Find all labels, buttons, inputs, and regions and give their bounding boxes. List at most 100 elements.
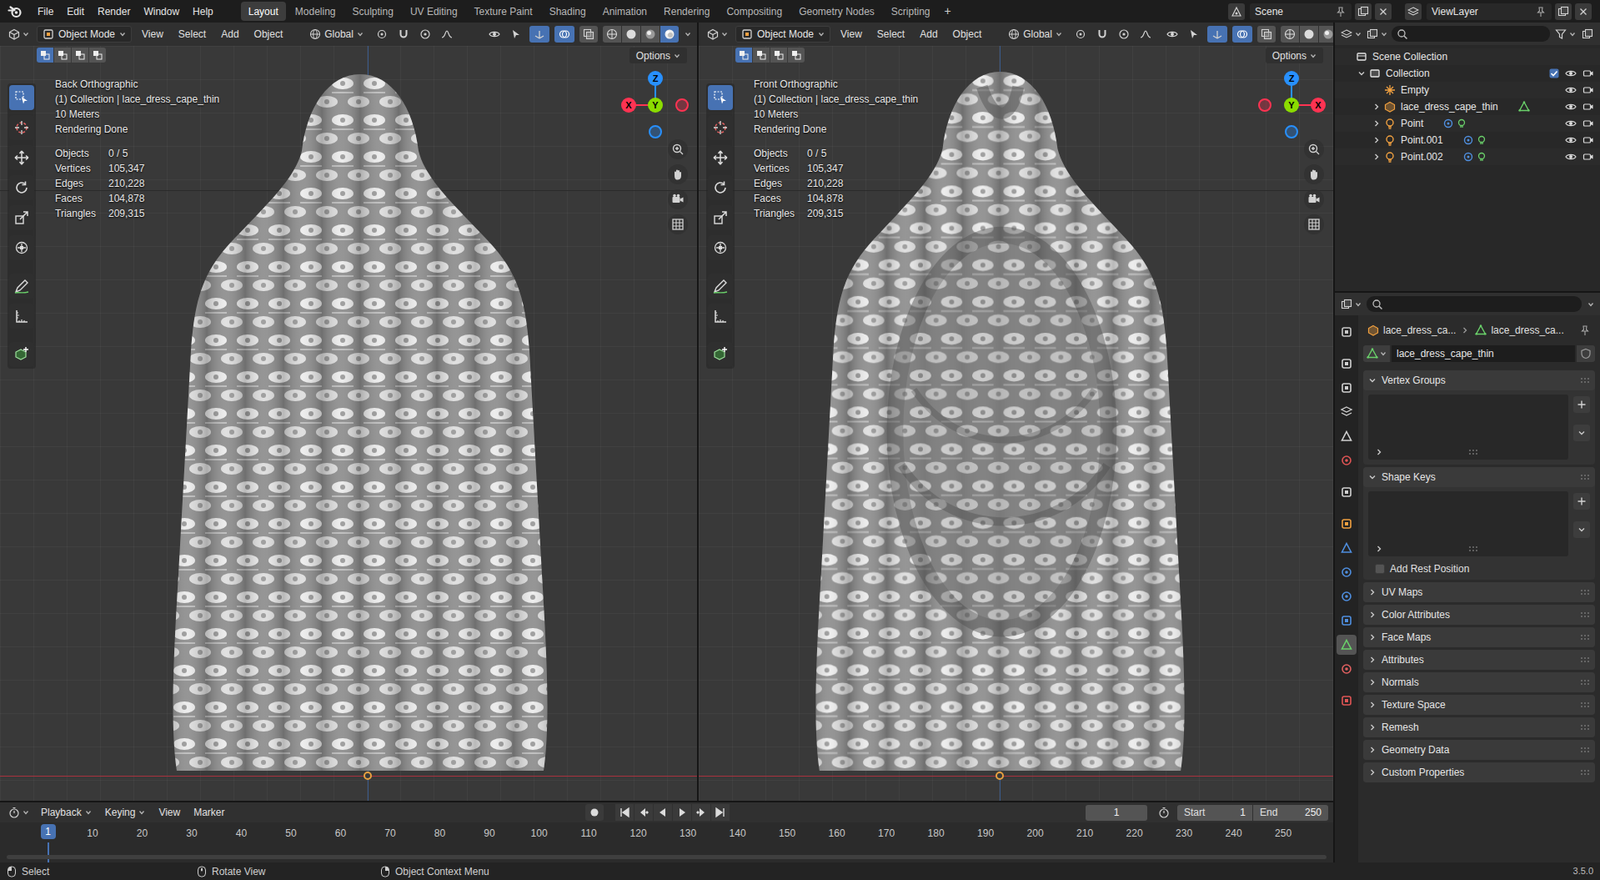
- outliner-row[interactable]: Point.002: [1334, 148, 1600, 166]
- transport-button-icon[interactable]: [692, 803, 711, 821]
- workspace-tab[interactable]: Modeling: [287, 1, 344, 21]
- zoom-icon[interactable]: [667, 139, 688, 160]
- workspace-tab[interactable]: Scripting: [883, 1, 938, 21]
- xray-icon[interactable]: [579, 25, 598, 43]
- expanded-arrow-icon[interactable]: [1368, 472, 1377, 482]
- mode-dropdown[interactable]: Object Mode: [36, 25, 132, 43]
- view-layer-name[interactable]: ViewLayer: [1431, 4, 1532, 20]
- panel-title[interactable]: Custom Properties: [1381, 764, 1465, 780]
- tool-select-icon[interactable]: [707, 85, 733, 111]
- menu-item[interactable]: Window: [137, 1, 186, 22]
- menu-item[interactable]: Edit: [60, 1, 91, 22]
- menu-item[interactable]: Add: [215, 26, 244, 42]
- playhead[interactable]: 1: [40, 823, 56, 839]
- panel-title[interactable]: UV Maps: [1381, 584, 1423, 600]
- panel-title[interactable]: Shape Keys: [1381, 469, 1436, 485]
- mode-label[interactable]: Object Mode: [757, 26, 814, 42]
- specials-menu-icon[interactable]: [1573, 521, 1590, 538]
- panel-header[interactable]: UV Maps: [1363, 581, 1595, 602]
- camera-icon[interactable]: [1581, 150, 1595, 164]
- item-name[interactable]: Scene Collection: [1372, 49, 1448, 65]
- collapsed-arrow-icon[interactable]: [1369, 116, 1384, 131]
- eye-icon[interactable]: [1564, 100, 1578, 114]
- camera-view-icon[interactable]: [1304, 189, 1325, 210]
- outliner-search[interactable]: [1391, 25, 1550, 42]
- options-label[interactable]: Options: [1272, 48, 1307, 64]
- workspace-tab[interactable]: UV Editing: [402, 1, 466, 21]
- editor-type-button[interactable]: [703, 25, 731, 43]
- select-mode-icon[interactable]: [71, 47, 89, 63]
- view-layer-field[interactable]: ViewLayer: [1426, 3, 1552, 21]
- editor-type-button[interactable]: [5, 25, 32, 43]
- selectability-icon[interactable]: [507, 25, 525, 43]
- camera-view-icon[interactable]: [667, 189, 688, 210]
- panel-header[interactable]: Vertex Groups: [1363, 370, 1595, 391]
- checkbox-label[interactable]: Add Rest Position: [1389, 561, 1470, 577]
- mode-label[interactable]: Object Mode: [58, 26, 116, 42]
- timeline-menu[interactable]: View: [154, 804, 185, 820]
- tool-annotate-icon[interactable]: [9, 273, 35, 299]
- snap-icon[interactable]: [395, 25, 412, 43]
- timeline-menu[interactable]: Marker: [189, 804, 229, 820]
- editor-type-button[interactable]: [1339, 27, 1362, 41]
- add-icon[interactable]: [1573, 492, 1590, 510]
- timeline-scrollbar[interactable]: [6, 854, 1327, 859]
- start-frame-field[interactable]: Start1: [1177, 804, 1253, 821]
- exclude-checkbox[interactable]: [1548, 67, 1560, 80]
- select-mode-icon[interactable]: [770, 47, 788, 63]
- workspace-tab[interactable]: Geometry Nodes: [791, 1, 883, 21]
- eye-icon[interactable]: [1564, 66, 1578, 81]
- panel-title[interactable]: Vertex Groups: [1381, 372, 1446, 388]
- timeline-menu[interactable]: Keying: [100, 804, 151, 820]
- constraints-tab-icon[interactable]: [1336, 610, 1357, 631]
- render-tab-icon[interactable]: [1336, 353, 1357, 374]
- workspace-tab[interactable]: Shading: [541, 1, 594, 21]
- record-icon[interactable]: [585, 803, 604, 821]
- transport-button-icon[interactable]: [672, 803, 692, 821]
- tool-annotate-icon[interactable]: [707, 273, 733, 299]
- delete-scene-icon[interactable]: [1374, 3, 1392, 21]
- panel-header[interactable]: Custom Properties: [1363, 762, 1595, 783]
- workspace-tab[interactable]: Texture Paint: [466, 1, 541, 21]
- proportional-icon[interactable]: [1115, 25, 1133, 43]
- world-tab-icon[interactable]: [1336, 450, 1357, 471]
- panel-title[interactable]: Color Attributes: [1381, 606, 1450, 622]
- camera-icon[interactable]: [1581, 116, 1595, 131]
- end-value[interactable]: 250: [1304, 804, 1322, 820]
- visibility-icon[interactable]: [1163, 25, 1181, 43]
- panel-title[interactable]: Face Maps: [1381, 629, 1431, 645]
- panel-header[interactable]: Face Maps: [1363, 626, 1595, 648]
- collapsed-arrow-icon[interactable]: [1368, 632, 1377, 642]
- frame-value[interactable]: 1: [1113, 804, 1120, 820]
- tool-transform-icon[interactable]: [9, 235, 35, 261]
- transport-button-icon[interactable]: [634, 803, 653, 821]
- item-name[interactable]: Empty: [1400, 82, 1430, 98]
- workspace-tab[interactable]: Compositing: [718, 1, 790, 21]
- panel-header[interactable]: Shape Keys: [1363, 466, 1595, 487]
- tool-add-cube-icon[interactable]: [9, 341, 35, 367]
- orientation-label[interactable]: Global: [1023, 26, 1053, 42]
- menu-item[interactable]: Select: [173, 26, 211, 42]
- overlay-toggle-icon[interactable]: [554, 25, 575, 43]
- tool-rotate-icon[interactable]: [9, 175, 35, 201]
- select-mode-icon[interactable]: [36, 47, 54, 63]
- select-mode-icon[interactable]: [752, 47, 770, 63]
- transport-button-icon[interactable]: [711, 803, 730, 821]
- select-mode-icon[interactable]: [735, 47, 753, 63]
- panel-title[interactable]: Remesh: [1381, 719, 1420, 735]
- orientation-dropdown[interactable]: Global: [304, 25, 369, 43]
- new-collection-icon[interactable]: [1579, 26, 1595, 42]
- tool-cursor-icon[interactable]: [707, 115, 733, 141]
- menu-label[interactable]: Marker: [193, 804, 225, 820]
- eye-icon[interactable]: [1564, 133, 1578, 147]
- panel-header[interactable]: Attributes: [1363, 649, 1595, 670]
- select-mode-icon[interactable]: [89, 47, 106, 63]
- z-handle[interactable]: Z: [647, 70, 663, 86]
- select-mode-icon[interactable]: [54, 47, 71, 63]
- shading-sphere-icon[interactable]: [1319, 25, 1334, 43]
- y-handle[interactable]: Y: [1284, 97, 1300, 113]
- expanded-arrow-icon[interactable]: [1354, 66, 1369, 81]
- grid-view-icon[interactable]: [1304, 214, 1325, 235]
- overlay-toggle-icon[interactable]: [1232, 25, 1253, 43]
- grid-view-icon[interactable]: [667, 214, 688, 235]
